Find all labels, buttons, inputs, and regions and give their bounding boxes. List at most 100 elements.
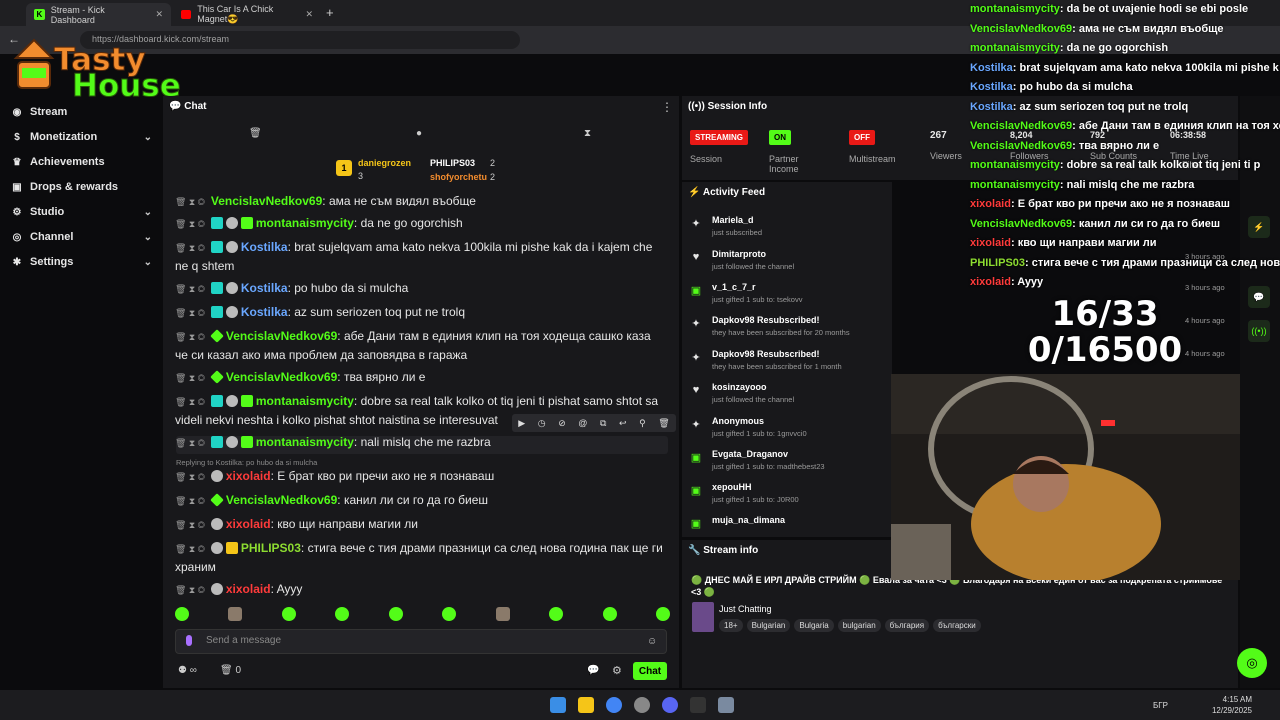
- activity-item[interactable]: ♥ kosinzayooo just followed the channel: [690, 382, 890, 412]
- chat-username[interactable]: montanaismycity: [256, 216, 354, 230]
- chat-username[interactable]: PHILIPS03: [241, 541, 301, 555]
- emote-icon[interactable]: [335, 607, 350, 621]
- chat-username[interactable]: Kostilka: [241, 281, 288, 295]
- chat-message[interactable]: 🗑 ⧗ ◎ Kostilka: brat sujelqvam ama kato n…: [175, 238, 665, 275]
- activity-item[interactable]: ✦ Mariela_d just subscribed: [690, 215, 890, 245]
- chat-message[interactable]: 🗑 ⧗ ◎ Kostilka: az sum seriozen toq put n…: [175, 303, 665, 322]
- sidebar-item-stream[interactable]: ◉ Stream: [12, 106, 152, 118]
- tag[interactable]: Bulgaria: [794, 619, 834, 632]
- tag[interactable]: български: [933, 619, 981, 632]
- activity-item[interactable]: ✦ Dapkov98 Resubscribed! they have been su…: [690, 349, 890, 379]
- chat-username[interactable]: VencislavNedkov69: [226, 329, 337, 343]
- pin-icon[interactable]: ⚲: [639, 418, 646, 429]
- activity-name: Mariela_d: [712, 215, 754, 225]
- emote-icon[interactable]: [602, 607, 617, 621]
- sidebar-item-settings[interactable]: ✱ Settings ⌄: [12, 256, 152, 268]
- chat-message[interactable]: 🗑 ⧗ ◎ VencislavNedkov69: ама не съм видял…: [175, 192, 665, 206]
- emote-icon[interactable]: [388, 607, 403, 621]
- sidebar-item-channel[interactable]: ◎ Channel ⌄: [12, 231, 152, 243]
- chat-icon[interactable]: 💬: [1248, 286, 1270, 308]
- terminal-icon[interactable]: [690, 697, 706, 713]
- emote-icon[interactable]: [281, 607, 296, 621]
- emote-icon[interactable]: [175, 607, 189, 621]
- chrome-icon[interactable]: [606, 697, 622, 713]
- reply-icon[interactable]: ↩: [619, 418, 627, 429]
- emote-icon[interactable]: [228, 607, 243, 621]
- new-tab-icon[interactable]: +: [326, 5, 334, 20]
- chat-settings-icon[interactable]: 💬: [587, 665, 599, 676]
- chat-message[interactable]: 🗑 ⧗ ◎ VencislavNedkov69: канил ли си го д…: [175, 491, 665, 510]
- mute-icon[interactable]: ⊘: [558, 418, 566, 429]
- overlay-chat-username: VencislavNedkov69: [970, 140, 1073, 152]
- partner-income-pill[interactable]: ON: [769, 130, 791, 145]
- clock-icon[interactable]: ◷: [538, 418, 546, 429]
- activity-item[interactable]: ✦ Dapkov98 Resubscribed! they have been su…: [690, 315, 890, 345]
- copy-icon[interactable]: ⧉: [600, 418, 606, 429]
- category-name[interactable]: Just Chatting: [719, 604, 772, 614]
- chat-username[interactable]: VencislavNedkov69: [211, 194, 322, 206]
- multistream-pill[interactable]: OFF: [849, 130, 875, 145]
- clock-date[interactable]: 12/29/2025: [1210, 706, 1252, 715]
- emote-icon[interactable]: [442, 607, 457, 621]
- windows-start-icon[interactable]: [550, 697, 566, 713]
- chat-message[interactable]: 🗑 ⧗ ◎ xixolaid: Ayyy: [175, 580, 665, 599]
- sidebar-item-achievements[interactable]: ♛ Achievements: [12, 156, 152, 168]
- chat-username[interactable]: Kostilka: [241, 240, 288, 254]
- sidebar-item-studio[interactable]: ⚙ Studio ⌄: [12, 206, 152, 218]
- sidebar-item-monetization[interactable]: $ Monetization ⌄: [12, 131, 152, 143]
- obs-icon[interactable]: [634, 697, 650, 713]
- broadcast-icon[interactable]: ((•)): [1248, 320, 1270, 342]
- activity-item[interactable]: ▣ Evgata_Draganov just gifted 1 sub to: ma…: [690, 449, 890, 479]
- input-language[interactable]: БГР: [1153, 701, 1168, 710]
- chat-message[interactable]: 🗑 ⧗ ◎ xixolaid: Е брат кво ри пречи ако н…: [175, 467, 665, 486]
- chat-message[interactable]: 🗑 ⧗ ◎ VencislavNedkov69: абе Дани там в е…: [175, 327, 665, 364]
- tag[interactable]: bulgarian: [837, 619, 881, 632]
- chat-message[interactable]: 🗑 ⧗ ◎ montanaismycity: nali mislq che me …: [175, 433, 665, 452]
- mention-icon[interactable]: @: [578, 418, 587, 428]
- chat-message[interactable]: 🗑 ⧗ ◎ Kostilka: po hubo da si mulcha: [175, 279, 665, 298]
- play-icon[interactable]: ▶: [518, 418, 525, 429]
- microphone-icon[interactable]: [186, 635, 192, 646]
- gear-icon[interactable]: ⚙: [612, 664, 622, 677]
- chat-username[interactable]: xixolaid: [226, 469, 271, 483]
- sidebar-item-drops[interactable]: ▣ Drops & rewards: [12, 181, 152, 193]
- browser-tab-kick[interactable]: K Stream - Kick Dashboard ✕: [26, 3, 171, 26]
- settings-icon[interactable]: [718, 697, 734, 713]
- chat-username[interactable]: montanaismycity: [256, 394, 354, 408]
- chat-username[interactable]: xixolaid: [226, 517, 271, 531]
- chat-input[interactable]: Send a message: [175, 629, 667, 654]
- hourglass-icon[interactable]: ⧗: [584, 128, 591, 139]
- chat-username[interactable]: Kostilka: [241, 305, 288, 319]
- trash-icon[interactable]: 🗑: [249, 128, 262, 139]
- emote-icon[interactable]: [655, 607, 670, 621]
- emote-icon[interactable]: [549, 607, 564, 621]
- discord-icon[interactable]: [662, 697, 678, 713]
- chat-username[interactable]: montanaismycity: [256, 435, 354, 449]
- browser-tab-youtube[interactable]: This Car Is A Chick Magnet😎 ✕: [173, 3, 321, 26]
- activity-item[interactable]: ▣ v_1_c_7_r just gifted 1 sub to: tsekovv: [690, 282, 890, 312]
- close-tab-icon[interactable]: ✕: [155, 9, 163, 20]
- chat-message[interactable]: 🗑 ⧗ ◎ xixolaid: кво щи направи магии ли: [175, 515, 665, 534]
- chat-username[interactable]: VencislavNedkov69: [226, 493, 337, 507]
- chat-menu-icon[interactable]: ⋮: [661, 100, 673, 114]
- close-tab-icon[interactable]: ✕: [305, 9, 313, 20]
- chat-message[interactable]: 🗑 ⧗ ◎ VencislavNedkov69: тва вярно ли е: [175, 368, 665, 387]
- clock-time[interactable]: 4:15 AM: [1222, 695, 1252, 704]
- chat-icon[interactable]: ●: [416, 128, 422, 139]
- support-headset-icon[interactable]: ◎: [1237, 648, 1267, 678]
- delete-icon[interactable]: 🗑: [658, 418, 669, 429]
- activity-item[interactable]: ▣ xepouHH just gifted 1 sub to: J0R00: [690, 482, 890, 512]
- tag[interactable]: Bulgarian: [746, 619, 791, 632]
- emoji-icon[interactable]: ☺: [647, 636, 657, 647]
- file-explorer-icon[interactable]: [578, 697, 594, 713]
- activity-item[interactable]: ♥ Dimitarproto just followed the channel: [690, 249, 890, 279]
- chat-username[interactable]: VencislavNedkov69: [226, 370, 337, 384]
- chat-message[interactable]: 🗑 ⧗ ◎ montanaismycity: da ne go ogorchish: [175, 214, 665, 233]
- tag[interactable]: българия: [884, 619, 930, 632]
- tag[interactable]: 18+: [719, 619, 743, 632]
- activity-item[interactable]: ✦ Anonymous just gifted 1 sub to: 1gnvvci0: [690, 416, 890, 446]
- emote-icon[interactable]: [495, 607, 510, 621]
- send-chat-button[interactable]: Chat: [633, 662, 667, 680]
- chat-username[interactable]: xixolaid: [226, 582, 271, 596]
- chat-message[interactable]: 🗑 ⧗ ◎ PHILIPS03: стига вече с тия драми п…: [175, 539, 665, 576]
